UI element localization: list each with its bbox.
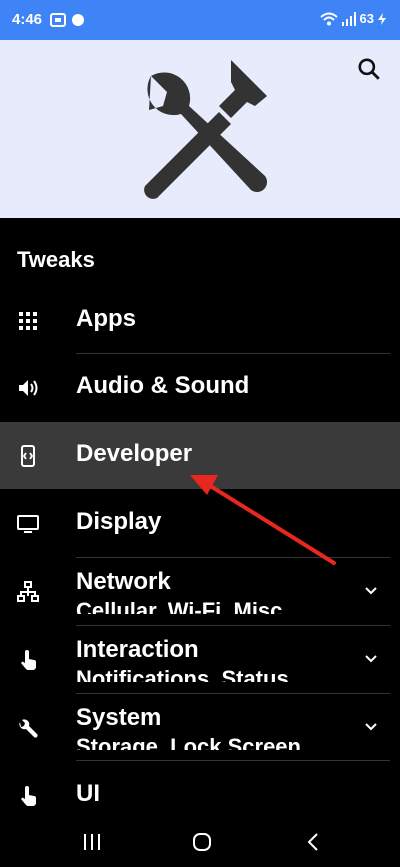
menu-item-label: UI xyxy=(76,780,100,807)
menu-item-developer[interactable]: Developer xyxy=(0,422,400,489)
network-icon xyxy=(17,581,39,602)
menu-item-audio-sound[interactable]: Audio & Sound xyxy=(0,354,400,421)
menu-item-display[interactable]: Display xyxy=(0,490,400,557)
apps-grid-icon xyxy=(19,312,37,330)
touch-icon xyxy=(21,786,36,806)
recent-apps-icon[interactable] xyxy=(80,830,104,854)
wifi-icon xyxy=(319,12,338,25)
menu-item-label: Developer xyxy=(76,440,193,467)
menu-item-label: System xyxy=(76,704,162,731)
wrench-icon xyxy=(19,719,38,738)
search-icon[interactable] xyxy=(356,56,382,82)
status-time: 4:46 xyxy=(12,11,43,28)
header-banner xyxy=(0,40,400,218)
menu-item-label: Apps xyxy=(76,305,136,332)
menu-item-subtitle: Storage, Lock Screen xyxy=(76,736,301,750)
menu-item-subtitle: Notifications, Status xyxy=(76,668,289,682)
developer-mode-icon xyxy=(21,445,35,467)
navigation-bar xyxy=(0,812,400,867)
battery-level: 63 xyxy=(359,11,374,26)
menu-item-interaction[interactable]: Interaction Notifications, Status xyxy=(0,626,400,693)
menu-item-label: Network xyxy=(76,568,171,595)
menu-item-label: Interaction xyxy=(76,636,199,663)
menu-item-system[interactable]: System Storage, Lock Screen xyxy=(0,694,400,761)
tools-icon xyxy=(144,60,267,199)
menu-item-label: Display xyxy=(76,508,162,535)
home-icon[interactable] xyxy=(190,830,214,854)
signal-icon xyxy=(341,11,356,26)
status-right-group: 63 xyxy=(319,11,386,26)
speaker-icon xyxy=(19,380,38,396)
menu-item-apps[interactable]: Apps xyxy=(0,287,400,354)
back-icon[interactable] xyxy=(302,830,326,854)
menu-item-subtitle: Cellular, Wi-Fi, Misc xyxy=(76,600,283,614)
divider xyxy=(76,760,390,761)
chevron-down-icon[interactable] xyxy=(364,720,378,734)
chevron-down-icon[interactable] xyxy=(364,584,378,598)
charging-icon xyxy=(378,12,386,25)
section-title: Tweaks xyxy=(17,247,95,272)
menu-item-label: Audio & Sound xyxy=(76,372,250,399)
touch-icon xyxy=(21,650,36,670)
monitor-icon xyxy=(17,515,39,533)
chevron-down-icon[interactable] xyxy=(364,652,378,666)
screenshot-icon xyxy=(50,13,84,27)
status-bar: 4:46 63 xyxy=(0,0,400,40)
menu-item-network[interactable]: Network Cellular, Wi-Fi, Misc xyxy=(0,558,400,625)
